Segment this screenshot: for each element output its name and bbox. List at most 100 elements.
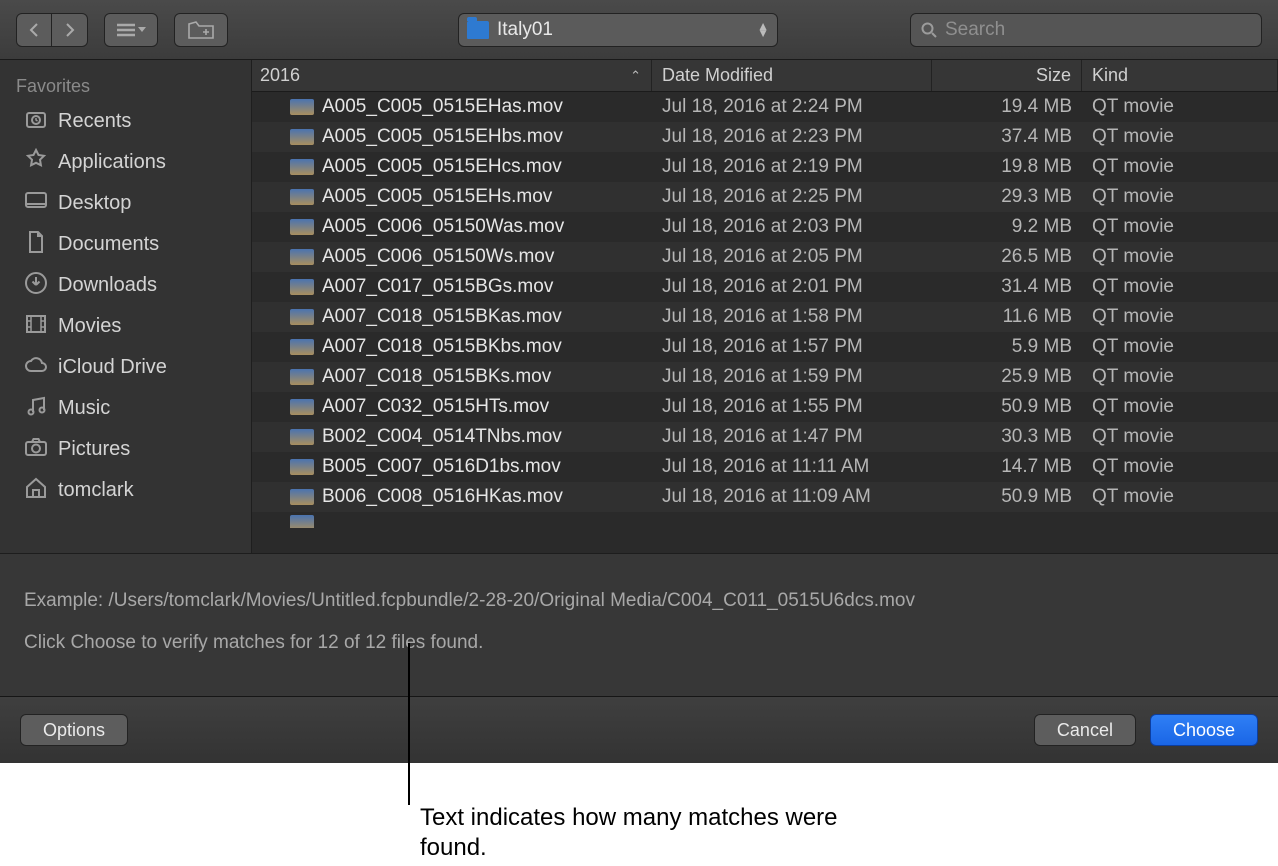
sidebar-item-label: Movies [58, 315, 121, 338]
file-size: 5.9 MB [932, 336, 1082, 358]
sidebar-item-downloads[interactable]: Downloads [0, 265, 251, 306]
example-path: Example: /Users/tomclark/Movies/Untitled… [24, 590, 1254, 612]
file-kind: QT movie [1082, 126, 1278, 148]
table-row[interactable]: A007_C017_0515BGs.mov Jul 18, 2016 at 2:0… [252, 272, 1278, 302]
file-kind: QT movie [1082, 486, 1278, 508]
sidebar-item-tomclark[interactable]: tomclark [0, 470, 251, 511]
file-size: 19.8 MB [932, 156, 1082, 178]
movie-thumb-icon [290, 369, 314, 385]
file-date: Jul 18, 2016 at 2:24 PM [652, 96, 932, 118]
doc-icon [24, 230, 48, 260]
table-row[interactable]: A007_C018_0515BKs.mov Jul 18, 2016 at 1:5… [252, 362, 1278, 392]
col-size[interactable]: Size [932, 60, 1082, 91]
cancel-button[interactable]: Cancel [1034, 714, 1136, 746]
table-row[interactable]: B002_C004_0514TNbs.mov Jul 18, 2016 at 1:… [252, 422, 1278, 452]
options-button[interactable]: Options [20, 714, 128, 746]
table-row[interactable]: A005_C005_0515EHs.movJul 18, 2016 at 2:2… [252, 182, 1278, 212]
file-kind: QT movie [1082, 156, 1278, 178]
sidebar-item-label: tomclark [58, 479, 134, 502]
search-field[interactable]: Search [910, 13, 1262, 47]
sidebar-item-music[interactable]: Music [0, 388, 251, 429]
file-name: B005_C007_0516D1bs.mov [322, 456, 561, 478]
movie-thumb-icon [290, 249, 314, 265]
movie-thumb-icon [290, 159, 314, 175]
file-name: A005_C005_0515EHas.mov [322, 96, 563, 118]
file-date: Jul 18, 2016 at 1:57 PM [652, 336, 932, 358]
sidebar-item-applications[interactable]: Applications [0, 142, 251, 183]
file-date: Jul 18, 2016 at 2:01 PM [652, 276, 932, 298]
file-kind: QT movie [1082, 96, 1278, 118]
sidebar-item-label: Downloads [58, 274, 157, 297]
table-row[interactable]: A005_C006_05150Ws.mov Jul 18, 2016 at 2:0… [252, 242, 1278, 272]
file-name: A005_C005_0515EHcs.mov [322, 156, 562, 178]
col-name[interactable]: 2016⌃ [252, 60, 652, 91]
sidebar-item-pictures[interactable]: Pictures [0, 429, 251, 470]
file-name: B006_C008_0516HKas.mov [322, 486, 563, 508]
file-kind: QT movie [1082, 246, 1278, 268]
file-date: Jul 18, 2016 at 2:23 PM [652, 126, 932, 148]
movie-thumb-icon [290, 459, 314, 475]
movie-thumb-icon [290, 279, 314, 295]
file-name: A007_C017_0515BGs.mov [322, 276, 553, 298]
forward-button[interactable] [52, 13, 88, 47]
sort-asc-icon: ⌃ [630, 68, 641, 84]
file-kind: QT movie [1082, 396, 1278, 418]
file-size: 30.3 MB [932, 426, 1082, 448]
sidebar-item-label: Pictures [58, 438, 130, 461]
sidebar-item-label: Applications [58, 151, 166, 174]
file-date: Jul 18, 2016 at 1:47 PM [652, 426, 932, 448]
sidebar-item-recents[interactable]: Recents [0, 101, 251, 142]
table-row[interactable]: A005_C005_0515EHbs.movJul 18, 2016 at 2:… [252, 122, 1278, 152]
col-kind[interactable]: Kind [1082, 60, 1278, 91]
file-size: 25.9 MB [932, 366, 1082, 388]
search-icon [921, 22, 937, 38]
file-size: 37.4 MB [932, 126, 1082, 148]
choose-button[interactable]: Choose [1150, 714, 1258, 746]
file-date: Jul 18, 2016 at 11:09 AM [652, 486, 932, 508]
sidebar-item-icloud-drive[interactable]: iCloud Drive [0, 347, 251, 388]
sidebar-item-documents[interactable]: Documents [0, 224, 251, 265]
file-date: Jul 18, 2016 at 2:19 PM [652, 156, 932, 178]
file-size: 50.9 MB [932, 396, 1082, 418]
table-row[interactable]: A007_C032_0515HTs.mov Jul 18, 2016 at 1:5… [252, 392, 1278, 422]
file-date: Jul 18, 2016 at 1:59 PM [652, 366, 932, 388]
table-row[interactable] [252, 512, 1278, 528]
table-row[interactable]: B005_C007_0516D1bs.movJul 18, 2016 at 11… [252, 452, 1278, 482]
home-icon [24, 476, 48, 506]
folder-icon [467, 21, 489, 39]
table-row[interactable]: A005_C005_0515EHas.mov Jul 18, 2016 at 2:… [252, 92, 1278, 122]
sidebar-item-label: Recents [58, 110, 131, 133]
back-button[interactable] [16, 13, 52, 47]
view-mode-button[interactable] [104, 13, 158, 47]
file-kind: QT movie [1082, 216, 1278, 238]
table-row[interactable]: A005_C005_0515EHcs.mov Jul 18, 2016 at 2:… [252, 152, 1278, 182]
download-icon [24, 271, 48, 301]
table-row[interactable]: A005_C006_05150Was.movJul 18, 2016 at 2:… [252, 212, 1278, 242]
folder-plus-icon [188, 20, 214, 40]
file-date: Jul 18, 2016 at 2:05 PM [652, 246, 932, 268]
sidebar-item-movies[interactable]: Movies [0, 306, 251, 347]
body: Favorites RecentsApplicationsDesktopDocu… [0, 60, 1278, 553]
file-size: 11.6 MB [932, 306, 1082, 328]
file-name: A007_C018_0515BKs.mov [322, 366, 551, 388]
file-kind: QT movie [1082, 276, 1278, 298]
file-date: Jul 18, 2016 at 1:55 PM [652, 396, 932, 418]
file-name: A007_C032_0515HTs.mov [322, 396, 549, 418]
list-icon [117, 23, 135, 37]
table-row[interactable]: A007_C018_0515BKbs.movJul 18, 2016 at 1:… [252, 332, 1278, 362]
table-row[interactable]: A007_C018_0515BKas.movJul 18, 2016 at 1:… [252, 302, 1278, 332]
path-popup[interactable]: Italy01 ▲▼ [458, 13, 778, 47]
col-date[interactable]: Date Modified [652, 60, 932, 91]
file-kind: QT movie [1082, 336, 1278, 358]
movie-thumb-icon [290, 429, 314, 445]
table-row[interactable]: B006_C008_0516HKas.mov Jul 18, 2016 at 11… [252, 482, 1278, 512]
toolbar: Italy01 ▲▼ Search [0, 0, 1278, 60]
file-name: A005_C005_0515EHs.mov [322, 186, 552, 208]
file-name: B002_C004_0514TNbs.mov [322, 426, 562, 448]
sidebar-item-desktop[interactable]: Desktop [0, 183, 251, 224]
new-folder-button[interactable] [174, 13, 228, 47]
movie-thumb-icon [290, 189, 314, 205]
music-icon [24, 394, 48, 424]
movie-thumb-icon [290, 219, 314, 235]
file-name: A005_C006_05150Ws.mov [322, 246, 554, 268]
